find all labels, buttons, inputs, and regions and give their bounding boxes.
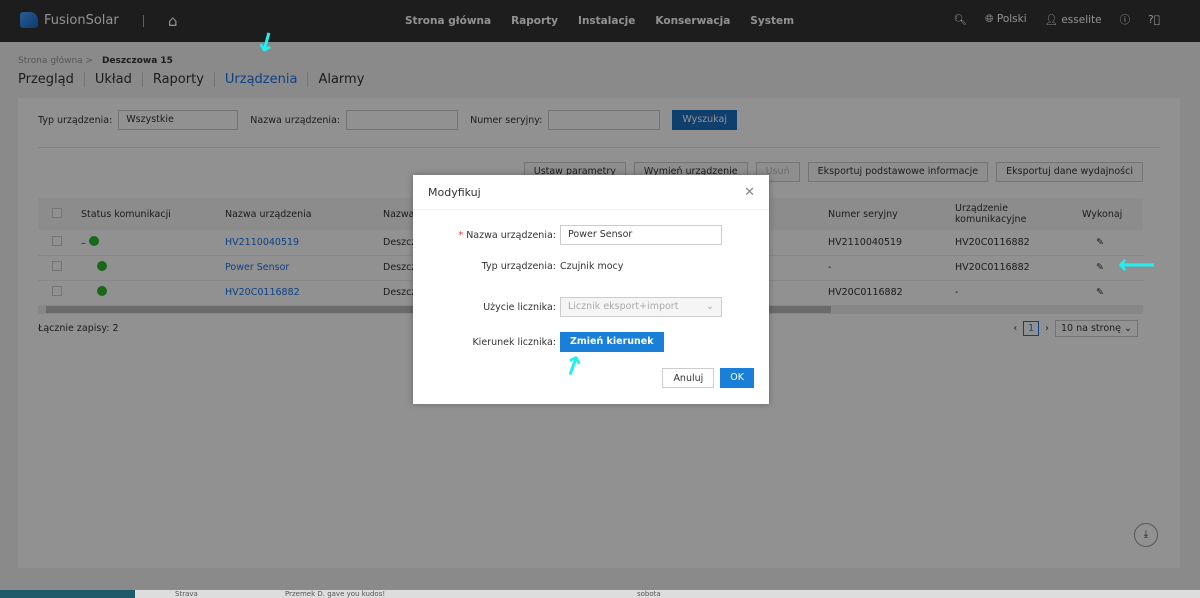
chevron-down-icon: ⌄	[706, 301, 714, 312]
dialog-title: Modyfikuj	[413, 175, 769, 210]
meter-usage-value: Licznik eksport+import	[568, 301, 679, 312]
ok-button[interactable]: OK	[720, 368, 754, 388]
type-value: Czujnik mocy	[560, 261, 624, 272]
name-label: * Nazwa urządzenia:	[458, 229, 556, 241]
notification-message[interactable]: Przemek D. gave you kudos!	[285, 590, 385, 598]
name-label-text: Nazwa urządzenia:	[466, 229, 556, 241]
modify-dialog: Modyfikuj ✕ * Nazwa urządzenia: Power Sen…	[413, 175, 769, 404]
annotation-arrow-icon: ⟵	[1118, 250, 1156, 280]
cancel-button[interactable]: Anuluj	[662, 368, 715, 388]
usage-label: Użycie licznika:	[483, 301, 556, 313]
taskbar-tile	[0, 590, 135, 598]
taskbar: Strava Przemek D. gave you kudos! sobota	[0, 590, 1200, 598]
close-icon[interactable]: ✕	[744, 185, 755, 200]
type-label: Typ urządzenia:	[481, 261, 556, 272]
notification-app: Strava	[175, 590, 198, 598]
meter-usage-select[interactable]: Licznik eksport+import ⌄	[560, 297, 722, 317]
direction-label: Kierunek licznika:	[472, 336, 556, 348]
device-name-field[interactable]: Power Sensor	[560, 225, 722, 245]
change-direction-button[interactable]: Zmień kierunek	[560, 332, 664, 352]
notification-day: sobota	[637, 590, 661, 598]
